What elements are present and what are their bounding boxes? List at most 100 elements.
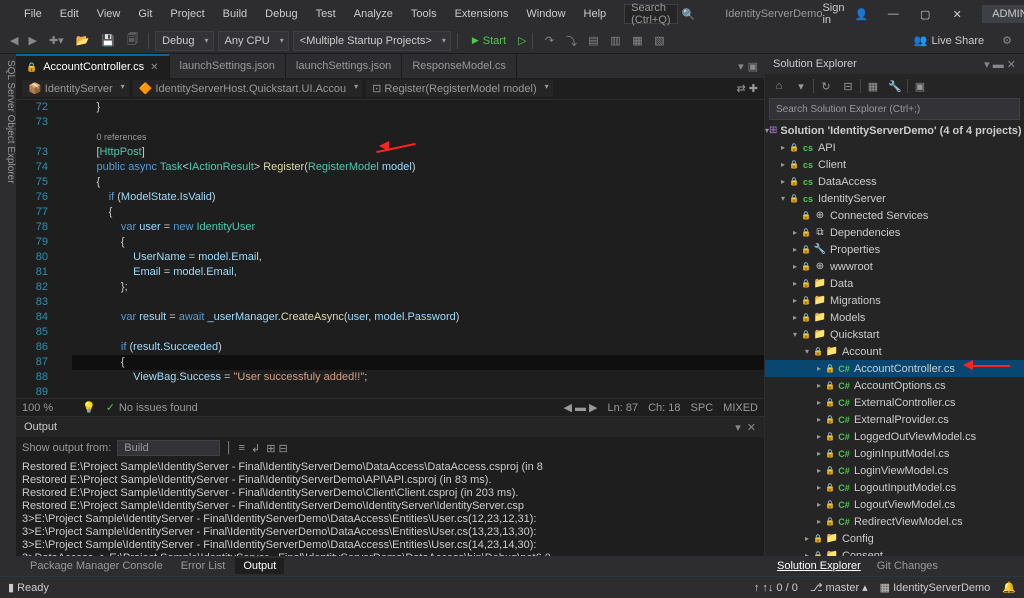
tree-node[interactable]: ▸🔒C#RedirectViewModel.cs bbox=[765, 513, 1024, 530]
menu-edit[interactable]: Edit bbox=[52, 4, 87, 24]
collapse-icon[interactable]: ⊟ bbox=[838, 76, 858, 96]
menu-help[interactable]: Help bbox=[576, 4, 615, 24]
output-source-dropdown[interactable]: Build bbox=[117, 440, 219, 456]
tree-node[interactable]: ▸🔒csAPI bbox=[765, 139, 1024, 156]
step-icon[interactable]: ↷ bbox=[539, 31, 559, 51]
menu-debug[interactable]: Debug bbox=[257, 4, 305, 24]
save-button[interactable]: 💾 bbox=[97, 32, 119, 49]
bc-member[interactable]: ⊡ Register(RegisterModel model) bbox=[366, 80, 553, 97]
output-text[interactable]: Restored E:\Project Sample\IdentityServe… bbox=[16, 459, 764, 556]
tab-2[interactable]: launchSettings.json bbox=[286, 54, 402, 78]
bc-project[interactable]: 📦 IdentityServer bbox=[22, 80, 129, 97]
search-icon[interactable]: 🔍 bbox=[682, 8, 696, 21]
tree-node[interactable]: ▸🔒C#LoggedOutViewModel.cs bbox=[765, 428, 1024, 445]
startup-dropdown[interactable]: <Multiple Startup Projects> bbox=[293, 31, 451, 51]
code-editor[interactable]: 7273737475767778798081828384858687888990… bbox=[16, 100, 764, 398]
tree-node[interactable]: 🔒⊕Connected Services bbox=[765, 207, 1024, 224]
bookmark-icon[interactable]: ▦ bbox=[627, 31, 647, 51]
btab-1[interactable]: Error List bbox=[173, 558, 234, 574]
tree-node[interactable]: ▾🔒csIdentityServer bbox=[765, 190, 1024, 207]
tree-node[interactable]: ▸🔒csClient bbox=[765, 156, 1024, 173]
btab-2[interactable]: Output bbox=[235, 558, 284, 574]
tab-3[interactable]: ResponseModel.cs bbox=[402, 54, 517, 78]
nav-fwd-button[interactable]: ▶ bbox=[24, 32, 40, 49]
show-all-icon[interactable]: ▦ bbox=[863, 76, 883, 96]
menu-build[interactable]: Build bbox=[215, 4, 255, 24]
tree-node[interactable]: ▸🔒C#LoginViewModel.cs bbox=[765, 462, 1024, 479]
tree-node[interactable]: ▸🔒csDataAccess bbox=[765, 173, 1024, 190]
notifications-icon[interactable]: 🔔 bbox=[1002, 581, 1016, 594]
menu-test[interactable]: Test bbox=[308, 4, 344, 24]
close-panel-icon[interactable]: ✕ bbox=[747, 421, 756, 434]
tree-node[interactable]: ▸🔒C#ExternalProvider.cs bbox=[765, 411, 1024, 428]
tree-node[interactable]: ▸🔒📁Config bbox=[765, 530, 1024, 547]
preview-se-icon[interactable]: ▣ bbox=[910, 76, 930, 96]
tree-node[interactable]: ▸🔒C#LogoutViewModel.cs bbox=[765, 496, 1024, 513]
start-no-debug-button[interactable]: ▷ bbox=[518, 34, 526, 47]
tree-node[interactable]: ▸🔒C#LoginInputModel.cs bbox=[765, 445, 1024, 462]
open-button[interactable]: 📂 bbox=[72, 32, 94, 49]
wrap-icon[interactable]: ↲ bbox=[251, 442, 260, 455]
nav-back-button[interactable]: ◀ bbox=[6, 32, 22, 49]
tree-root[interactable]: ▾⊞Solution 'IdentityServerDemo' (4 of 4 … bbox=[765, 122, 1024, 139]
tree-node[interactable]: ▸🔒📁Data bbox=[765, 275, 1024, 292]
sync-icon[interactable]: ↻ bbox=[816, 76, 836, 96]
menu-extensions[interactable]: Extensions bbox=[447, 4, 517, 24]
bc-namespace[interactable]: 🔶 IdentityServerHost.Quickstart.UI.Accou bbox=[133, 80, 363, 97]
uncomment-icon[interactable]: ▥ bbox=[605, 31, 625, 51]
home-icon[interactable]: ⌂ bbox=[769, 76, 789, 96]
tree-node[interactable]: ▸🔒C#AccountController.cs bbox=[765, 360, 1024, 377]
menu-project[interactable]: Project bbox=[162, 4, 212, 24]
clear-icon[interactable]: ≡ bbox=[239, 442, 245, 454]
solution-tree[interactable]: ▾⊞Solution 'IdentityServerDemo' (4 of 4 … bbox=[765, 122, 1024, 556]
btab-0[interactable]: Package Manager Console bbox=[22, 558, 171, 574]
menu-git[interactable]: Git bbox=[130, 4, 160, 24]
comment-icon[interactable]: ▤ bbox=[583, 31, 603, 51]
switch-view-icon[interactable]: ▾ bbox=[791, 76, 811, 96]
search-box[interactable]: Search (Ctrl+Q) bbox=[624, 4, 677, 24]
preview-icon[interactable]: ▣ bbox=[748, 60, 758, 73]
menu-window[interactable]: Window bbox=[518, 4, 573, 24]
tree-node[interactable]: ▸🔒🔧Properties bbox=[765, 241, 1024, 258]
minimize-button[interactable]: — bbox=[878, 4, 908, 25]
profile-icon[interactable]: 👤 bbox=[855, 8, 869, 21]
tree-node[interactable]: ▸🔒C#LogoutInputModel.cs bbox=[765, 479, 1024, 496]
properties-icon[interactable]: 🔧 bbox=[885, 76, 905, 96]
menu-tools[interactable]: Tools bbox=[403, 4, 445, 24]
close-button[interactable]: ✕ bbox=[942, 4, 972, 25]
liveshare-button[interactable]: 👥 Live Share bbox=[906, 32, 992, 49]
tree-node[interactable]: ▸🔒📁Models bbox=[765, 309, 1024, 326]
tab-1[interactable]: launchSettings.json bbox=[170, 54, 286, 78]
se-search[interactable]: Search Solution Explorer (Ctrl+;) bbox=[769, 98, 1020, 120]
tree-node[interactable]: ▸🔒⊕wwwroot bbox=[765, 258, 1024, 275]
save-all-button[interactable]: 🗐 bbox=[123, 29, 142, 52]
platform-dropdown[interactable]: Any CPU bbox=[218, 31, 289, 51]
menu-file[interactable]: File bbox=[16, 4, 50, 24]
tree-node[interactable]: ▸🔒C#AccountOptions.cs bbox=[765, 377, 1024, 394]
source-control-status[interactable]: ↑ ↑↓ 0 / 0 bbox=[754, 582, 798, 594]
autohide-icon[interactable]: ▾ ▬ ✕ bbox=[984, 58, 1016, 71]
tab-dropdown-icon[interactable]: ▾ bbox=[738, 60, 744, 73]
left-tool-rail[interactable]: SQL Server Object Explorer bbox=[0, 54, 16, 576]
menu-view[interactable]: View bbox=[89, 4, 129, 24]
tree-node[interactable]: ▸🔒C#ExternalController.cs bbox=[765, 394, 1024, 411]
tree-node[interactable]: ▸🔒📁Migrations bbox=[765, 292, 1024, 309]
new-item-button[interactable]: ✚▾ bbox=[45, 32, 68, 49]
tree-node[interactable]: ▸🔒⧉Dependencies bbox=[765, 224, 1024, 241]
lightbulb-icon[interactable]: 💡 bbox=[82, 401, 96, 414]
branch-status[interactable]: ⎇ master ▴ bbox=[810, 581, 868, 594]
feedback-icon[interactable]: ⚙ bbox=[996, 34, 1018, 47]
tree-node[interactable]: ▾🔒📁Quickstart bbox=[765, 326, 1024, 343]
tree-node[interactable]: ▸🔒📁Consent bbox=[765, 547, 1024, 556]
pin-icon[interactable]: ▾ bbox=[735, 421, 741, 434]
start-button[interactable]: Start bbox=[464, 33, 514, 49]
indent-icon[interactable]: ▧ bbox=[649, 31, 669, 51]
menu-analyze[interactable]: Analyze bbox=[346, 4, 401, 24]
step-over-icon[interactable]: ⤵ bbox=[561, 31, 581, 51]
config-dropdown[interactable]: Debug bbox=[155, 31, 213, 51]
tab-0[interactable]: 🔒AccountController.cs ✕ bbox=[16, 54, 170, 78]
sign-in-link[interactable]: Sign in bbox=[822, 2, 844, 26]
tree-node[interactable]: ▾🔒📁Account bbox=[765, 343, 1024, 360]
maximize-button[interactable]: ▢ bbox=[910, 4, 940, 25]
repo-status[interactable]: ▦ IdentityServerDemo bbox=[880, 581, 991, 594]
